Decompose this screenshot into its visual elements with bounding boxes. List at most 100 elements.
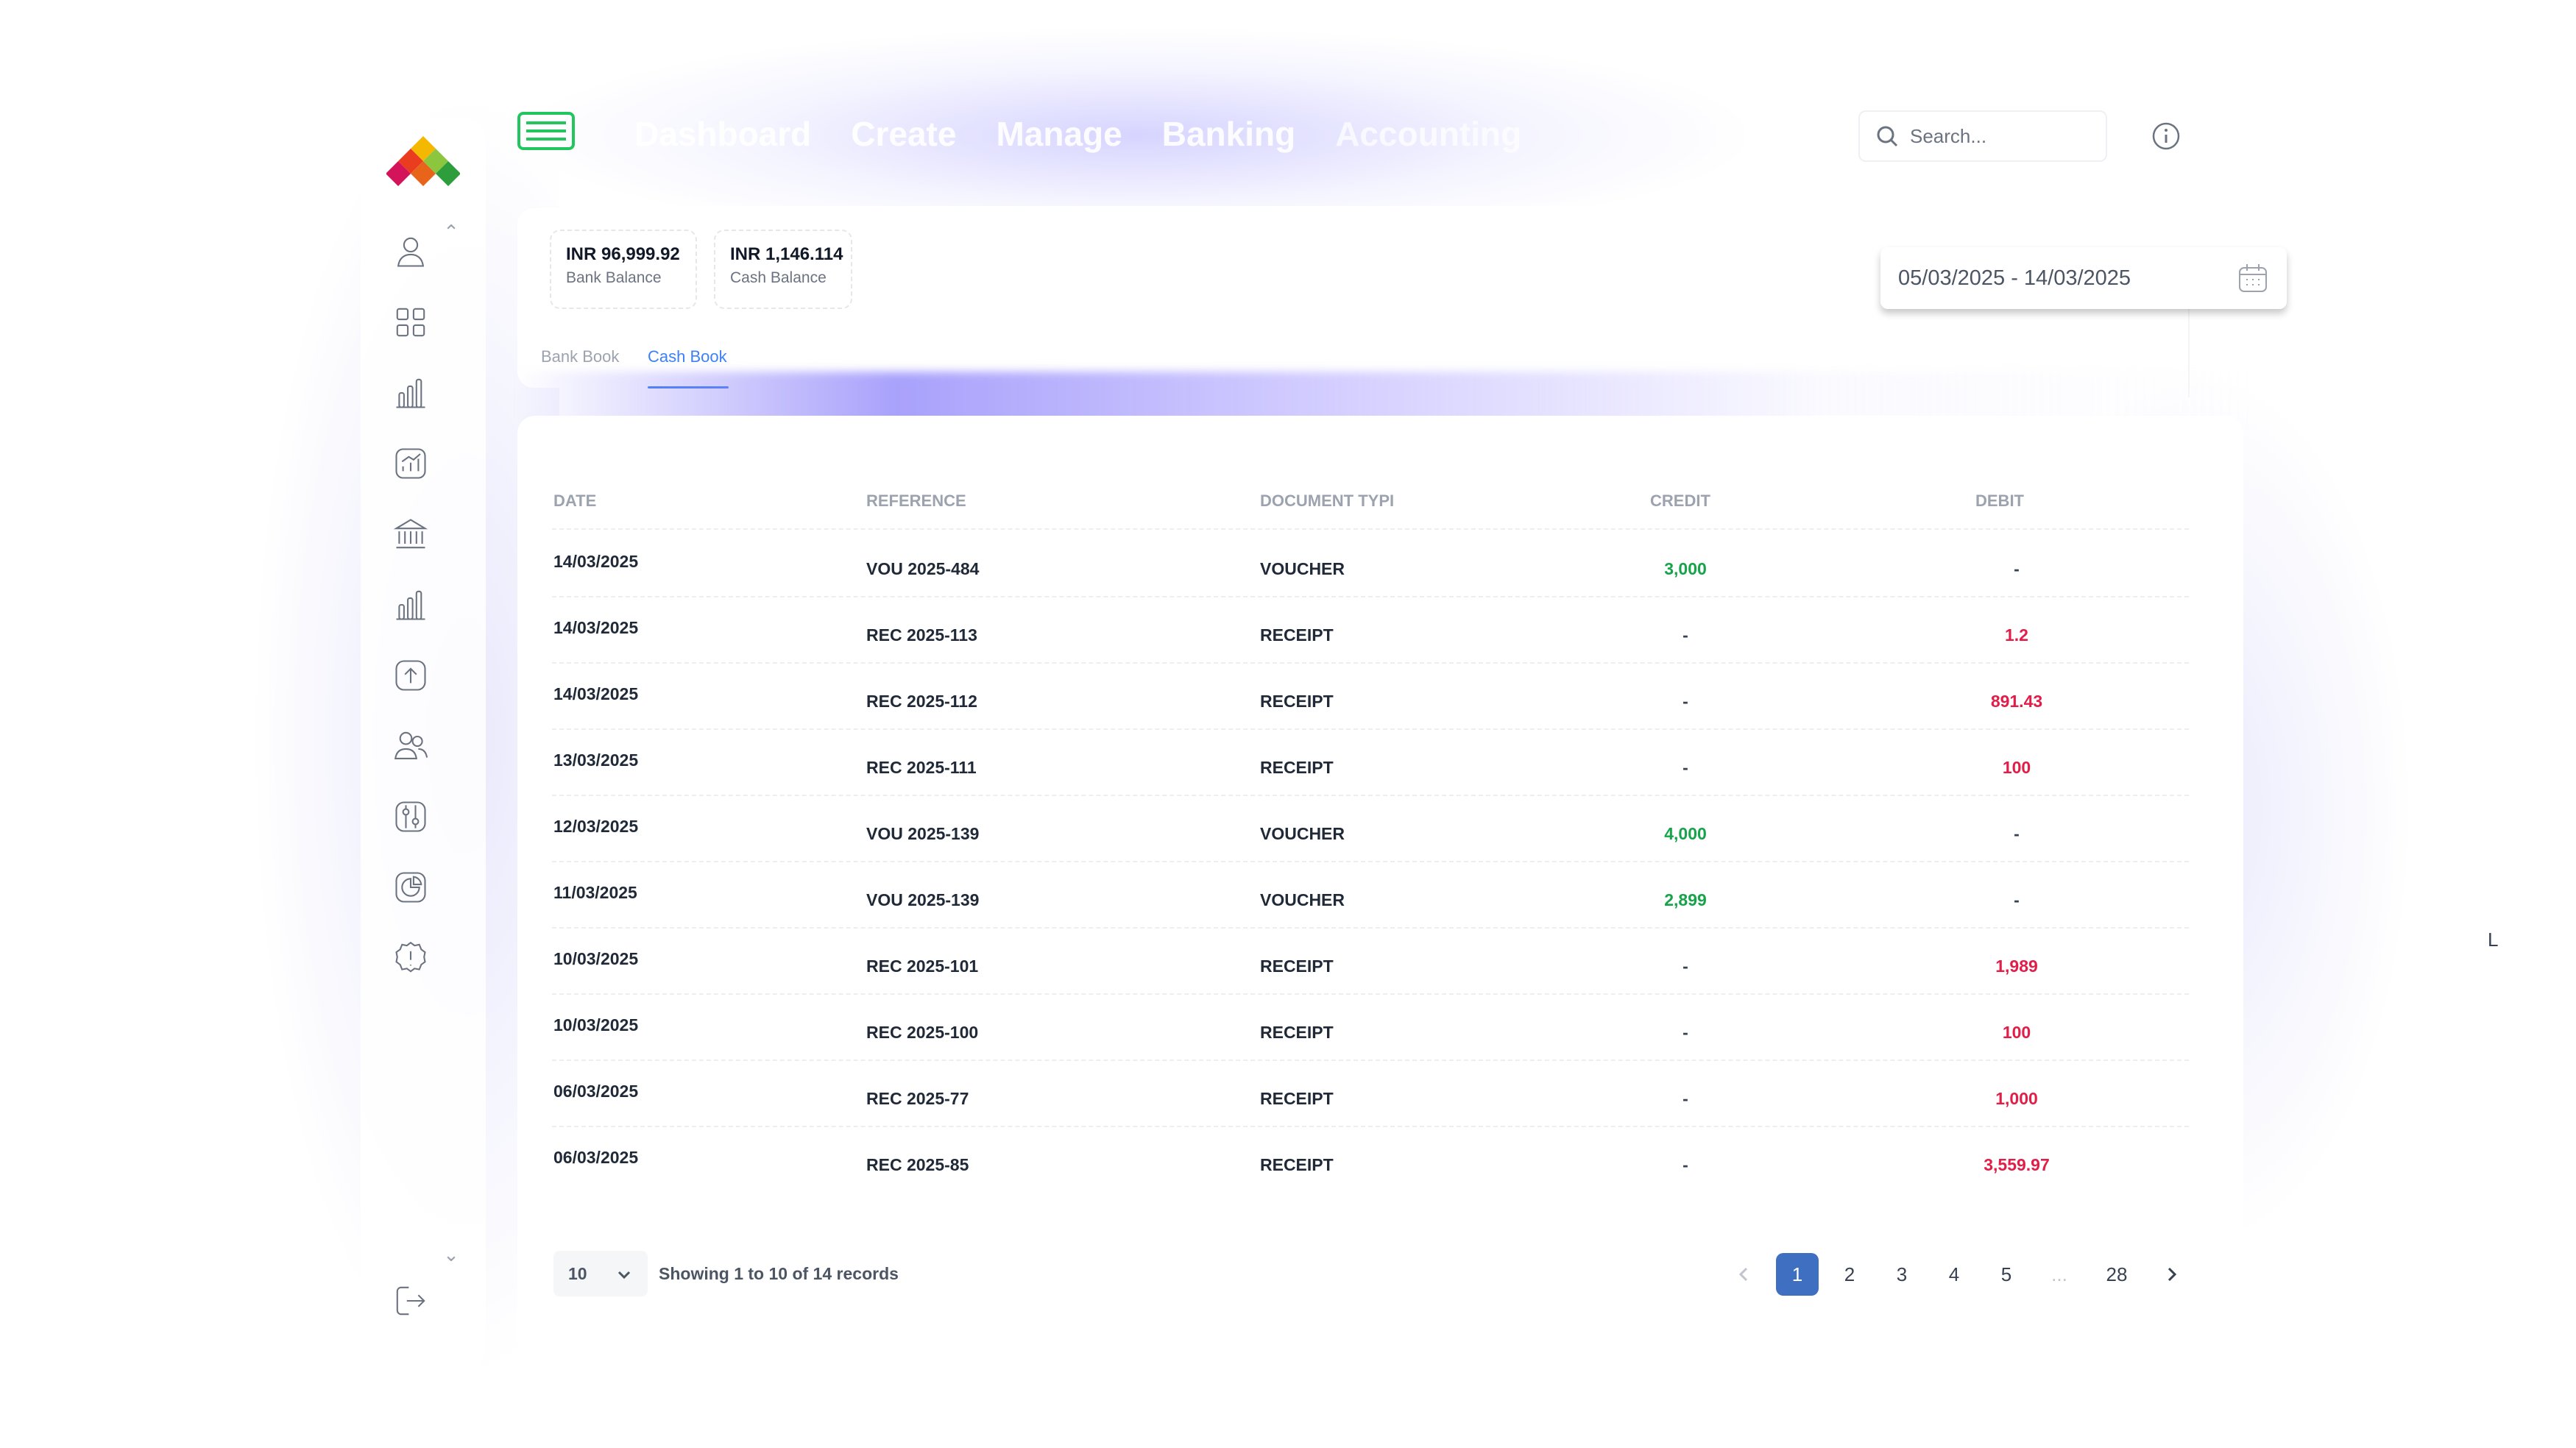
menu-toggle-icon[interactable] bbox=[517, 112, 575, 150]
column-date[interactable]: DATE bbox=[553, 491, 596, 511]
cell-date: 14/03/2025 bbox=[553, 684, 639, 703]
search-box bbox=[1858, 110, 2107, 162]
pagination-page-28[interactable]: 28 bbox=[2095, 1253, 2139, 1296]
cell-document-type: RECEIPT bbox=[1260, 1089, 1334, 1108]
cash-balance-amount: INR 1,146.114 bbox=[730, 244, 843, 264]
cell-date: 14/03/2025 bbox=[553, 552, 639, 571]
cell-date: 12/03/2025 bbox=[553, 817, 639, 836]
cell-date: 13/03/2025 bbox=[553, 750, 639, 770]
cell-reference: REC 2025-101 bbox=[866, 957, 979, 976]
column-reference[interactable]: REFERENCE bbox=[866, 491, 966, 511]
sidebar-scroll-up-icon[interactable]: ⌃ bbox=[440, 221, 462, 243]
table-row[interactable]: 06/03/2025 REC 2025-77 RECEIPT - 1,000 bbox=[552, 1061, 2189, 1127]
cell-document-type: RECEIPT bbox=[1260, 957, 1334, 976]
upload-icon[interactable] bbox=[390, 655, 431, 696]
column-debit[interactable]: DEBIT bbox=[1975, 491, 2024, 511]
cell-debit: - bbox=[2014, 890, 2020, 909]
nav-banking[interactable]: Banking bbox=[1162, 114, 1295, 158]
bank-icon[interactable] bbox=[390, 514, 431, 555]
column-credit[interactable]: CREDIT bbox=[1650, 491, 1710, 511]
cell-debit: 100 bbox=[2002, 758, 2031, 777]
pagination-page-3[interactable]: 3 bbox=[1885, 1253, 1919, 1296]
bank-balance-amount: INR 96,999.92 bbox=[566, 244, 680, 264]
cell-reference: REC 2025-113 bbox=[866, 625, 977, 645]
table-header: DATE REFERENCE DOCUMENT TYPI CREDIT DEBI… bbox=[552, 486, 2189, 530]
cell-debit: 100 bbox=[2002, 1023, 2031, 1042]
alert-badge-icon[interactable] bbox=[390, 937, 431, 979]
table-row[interactable]: 12/03/2025 VOU 2025-139 VOUCHER 4,000 - bbox=[552, 796, 2189, 862]
tab-bank-book[interactable]: Bank Book bbox=[541, 347, 619, 366]
table-row[interactable]: 06/03/2025 REC 2025-85 RECEIPT - 3,559.9… bbox=[552, 1127, 2189, 1193]
cell-document-type: VOUCHER bbox=[1260, 890, 1345, 909]
sidebar-scroll-down-icon[interactable]: ⌄ bbox=[440, 1243, 462, 1266]
nav-accounting[interactable]: Accounting bbox=[1335, 114, 1521, 158]
nav-dashboard[interactable]: Dashboard bbox=[634, 114, 811, 158]
pagination-next-button[interactable] bbox=[2156, 1253, 2186, 1296]
column-document-type[interactable]: DOCUMENT TYPI bbox=[1260, 491, 1394, 511]
table-row[interactable]: 10/03/2025 REC 2025-100 RECEIPT - 100 bbox=[552, 995, 2189, 1061]
logout-icon[interactable] bbox=[390, 1280, 431, 1321]
table-row[interactable]: 10/03/2025 REC 2025-101 RECEIPT - 1,989 bbox=[552, 929, 2189, 995]
nav-manage[interactable]: Manage bbox=[996, 114, 1122, 158]
cell-date: 10/03/2025 bbox=[553, 949, 639, 968]
search-input[interactable] bbox=[1910, 124, 2094, 148]
cell-document-type: RECEIPT bbox=[1260, 692, 1334, 711]
cell-date: 10/03/2025 bbox=[553, 1015, 639, 1034]
pagination-page-5[interactable]: 5 bbox=[1989, 1253, 2023, 1296]
settings-sliders-icon[interactable] bbox=[390, 796, 431, 837]
cell-reference: VOU 2025-484 bbox=[866, 559, 980, 578]
chevron-down-icon bbox=[618, 1271, 631, 1280]
rows-per-page-select[interactable]: 10 bbox=[553, 1251, 648, 1296]
cell-credit: - bbox=[1682, 625, 1688, 645]
cell-document-type: VOUCHER bbox=[1260, 824, 1345, 843]
cell-debit: - bbox=[2014, 559, 2020, 578]
table-row[interactable]: 11/03/2025 VOU 2025-139 VOUCHER 2,899 - bbox=[552, 862, 2189, 929]
pie-chart-icon[interactable] bbox=[390, 867, 431, 908]
grid-icon[interactable] bbox=[390, 302, 431, 343]
bar-chart-icon[interactable] bbox=[390, 584, 431, 625]
chevron-left-icon bbox=[1738, 1267, 1748, 1282]
cell-reference: REC 2025-111 bbox=[866, 758, 977, 777]
cell-reference: REC 2025-112 bbox=[866, 692, 977, 711]
cell-credit: - bbox=[1682, 1155, 1688, 1174]
nav-create[interactable]: Create bbox=[851, 114, 956, 158]
pagination-prev-button[interactable] bbox=[1730, 1253, 1759, 1296]
user-icon[interactable] bbox=[390, 231, 431, 272]
pagination-page-4[interactable]: 4 bbox=[1937, 1253, 1971, 1296]
table-row[interactable]: 14/03/2025 VOU 2025-484 VOUCHER 3,000 - bbox=[552, 531, 2189, 597]
cell-date: 14/03/2025 bbox=[553, 618, 639, 637]
cell-date: 06/03/2025 bbox=[553, 1148, 639, 1167]
tab-cash-book[interactable]: Cash Book bbox=[648, 347, 727, 366]
cell-credit: - bbox=[1682, 1089, 1688, 1108]
cash-balance-label: Cash Balance bbox=[730, 269, 827, 286]
cell-date: 06/03/2025 bbox=[553, 1082, 639, 1101]
bank-balance-label: Bank Balance bbox=[566, 269, 662, 286]
cell-credit: - bbox=[1682, 758, 1688, 777]
cell-reference: REC 2025-77 bbox=[866, 1089, 969, 1108]
cell-credit: - bbox=[1682, 692, 1688, 711]
date-range-value: 05/03/2025 - 14/03/2025 bbox=[1898, 266, 2131, 290]
table-row[interactable]: 14/03/2025 REC 2025-112 RECEIPT - 891.43 bbox=[552, 664, 2189, 730]
stray-text: L bbox=[2488, 929, 2499, 951]
info-icon[interactable] bbox=[2151, 121, 2182, 152]
table-row[interactable]: 14/03/2025 REC 2025-113 RECEIPT - 1.2 bbox=[552, 597, 2189, 664]
pagination-page-2[interactable]: 2 bbox=[1833, 1253, 1866, 1296]
cell-debit: 891.43 bbox=[1990, 692, 2043, 711]
cell-credit: 2,899 bbox=[1664, 890, 1707, 909]
trend-chart-icon[interactable] bbox=[390, 443, 431, 484]
bar-chart-icon[interactable] bbox=[390, 372, 431, 414]
app-logo bbox=[386, 136, 460, 186]
cell-date: 11/03/2025 bbox=[553, 883, 637, 902]
cash-balance-card: INR 1,146.114 Cash Balance bbox=[714, 230, 852, 309]
pagination-page-1[interactable]: 1 bbox=[1776, 1253, 1819, 1296]
table-row[interactable]: 13/03/2025 REC 2025-111 RECEIPT - 100 bbox=[552, 730, 2189, 796]
cell-reference: VOU 2025-139 bbox=[866, 824, 980, 843]
records-summary: Showing 1 to 10 of 14 records bbox=[659, 1264, 899, 1283]
calendar-icon[interactable] bbox=[2235, 260, 2271, 296]
date-range-picker[interactable]: 05/03/2025 - 14/03/2025 bbox=[1880, 247, 2287, 309]
users-icon[interactable] bbox=[390, 725, 431, 767]
cell-document-type: RECEIPT bbox=[1260, 1155, 1334, 1174]
cell-credit: 4,000 bbox=[1664, 824, 1707, 843]
cell-credit: - bbox=[1682, 1023, 1688, 1042]
cell-debit: 1,000 bbox=[1995, 1089, 2038, 1108]
